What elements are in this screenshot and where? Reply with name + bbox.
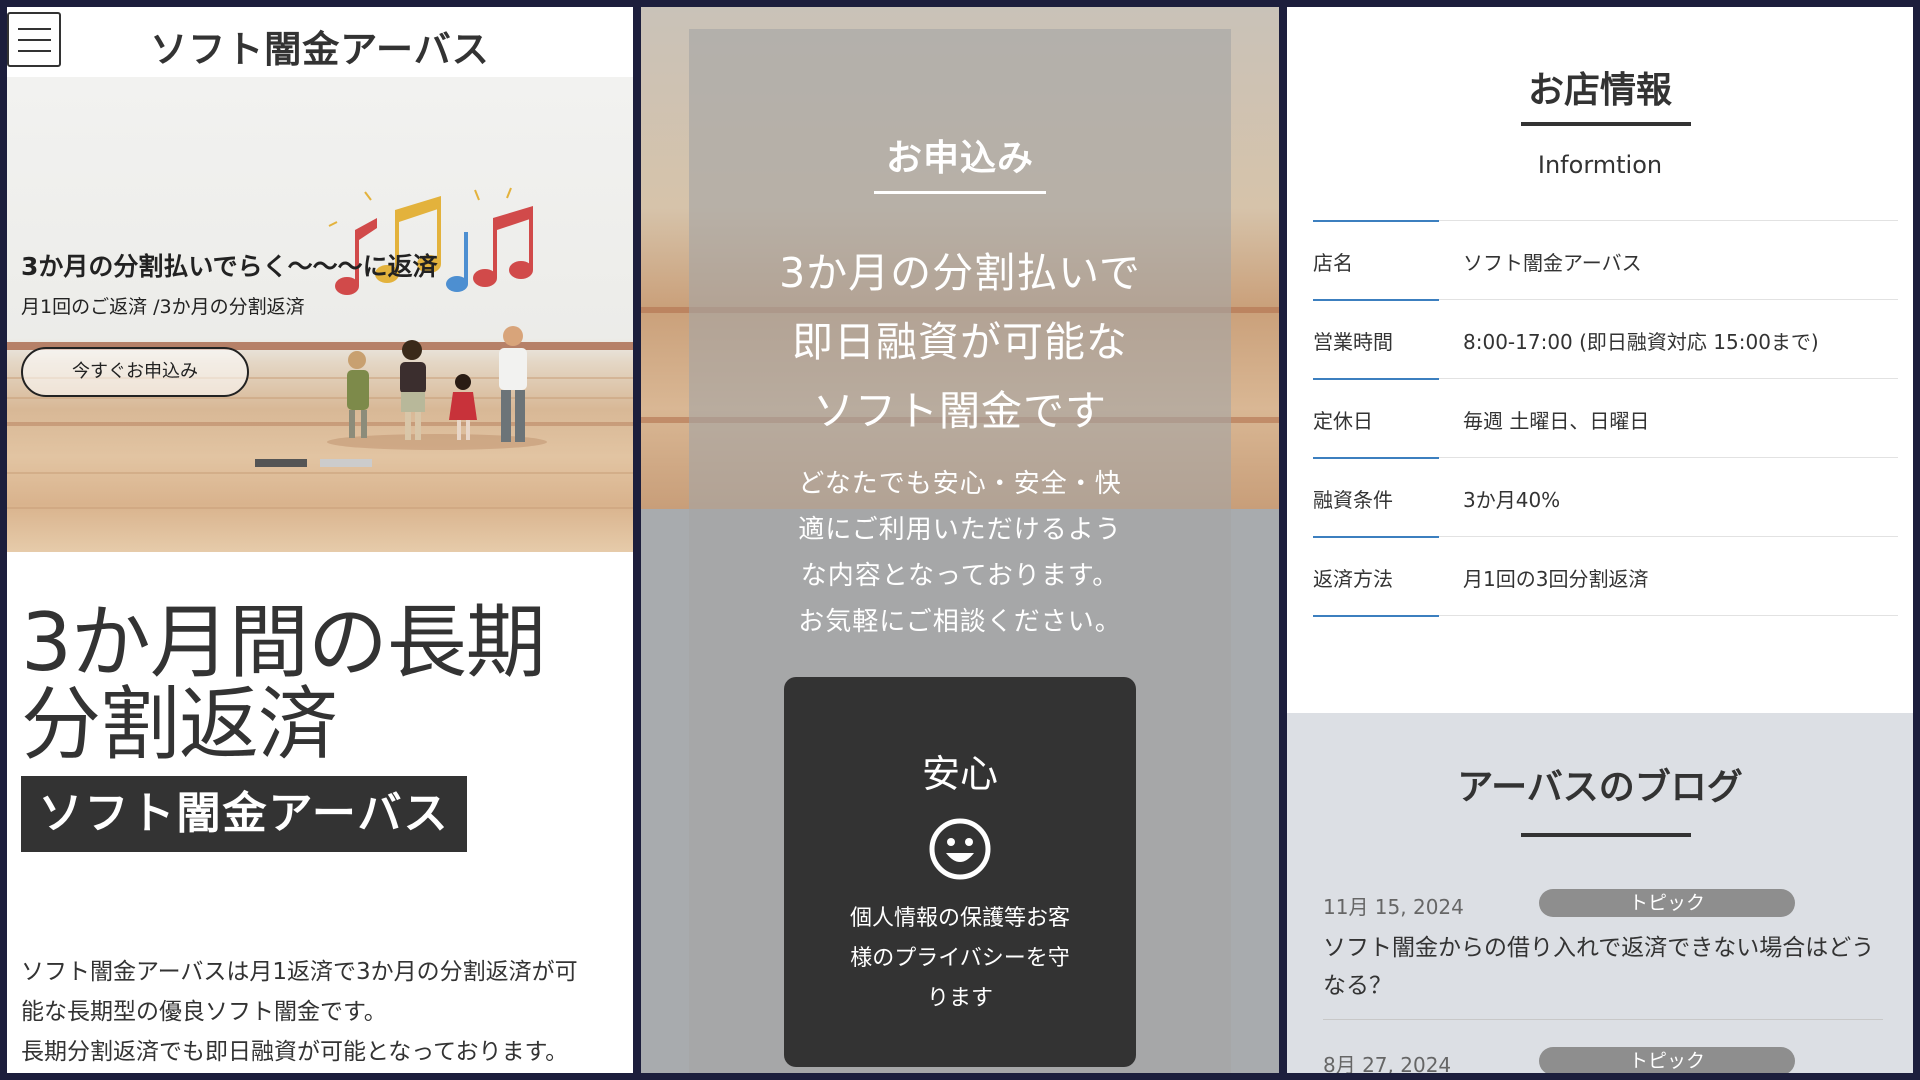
wood-grain (7, 472, 633, 474)
blog-post[interactable]: 8月 27, 2024 トピック (1323, 1047, 1883, 1073)
row-accent (1313, 457, 1439, 459)
row-accent (1313, 299, 1439, 301)
top-page-panel: ソフト闇金アーバス 3か月の分割払いでらく〜〜〜に返済 月1回のご返済 /3か月… (7, 7, 633, 1073)
lead-line: ソフト闇金です (813, 387, 1107, 435)
blog-title: アーバスのブログ (1457, 767, 1743, 808)
figure-mother (400, 340, 426, 440)
info-key: 営業時間 (1313, 330, 1393, 354)
figure-grandmother (347, 351, 369, 438)
feature-text-line: 様のプライバシーを守 (850, 946, 1070, 971)
body-line: どなたでも安心・安全・快 (798, 469, 1122, 499)
shop-info-panel: お店情報 Informtion 店名 ソフト闇金アーバス 営業時間 8:00-1… (1287, 7, 1913, 1073)
figure-father (499, 326, 527, 442)
lead-line: 3か月の分割払いで (779, 249, 1141, 297)
row-accent (1313, 220, 1439, 222)
family-figures-image (327, 326, 547, 450)
info-key: 店名 (1313, 251, 1353, 275)
feature-text-line: 個人情報の保護等お客 (849, 906, 1070, 931)
feature-title: 安心 (921, 752, 998, 796)
feature-text-line: ります (926, 986, 993, 1011)
title-underline (874, 191, 1046, 194)
post-date: 11月 15, 2024 (1323, 895, 1464, 919)
apply-lead: 3か月の分割払いで 即日融資が可能な ソフト闇金です (641, 239, 1279, 446)
wood-grain (7, 507, 633, 509)
blog-post[interactable]: 11月 15, 2024 トピック ソフト闇金からの借り入れで返済できない場合は… (1323, 889, 1883, 1001)
row-accent (1313, 378, 1439, 380)
info-value: 毎週 土曜日、日曜日 (1463, 409, 1650, 433)
table-bottom-border (1313, 615, 1898, 617)
info-key: 返済方法 (1313, 567, 1393, 591)
post-date: 8月 27, 2024 (1323, 1053, 1452, 1073)
info-key: 定休日 (1313, 409, 1373, 433)
hero-subtitle: 月1回のご返済 /3か月の分割返済 (21, 296, 305, 318)
main-headline: 3か月間の長期 分割返済 (21, 596, 546, 771)
apply-body: どなたでも安心・安全・快 適にご利用いただけるよう な内容となっております。 お… (641, 461, 1279, 645)
intro-paragraph: ソフト闇金アーバスは月1返済で3か月の分割返済が可 能な長期型の優良ソフト闇金で… (21, 952, 621, 1072)
info-row-shop-name: 店名 ソフト闇金アーバス (1313, 220, 1898, 299)
shop-info-subtitle: Informtion (1537, 151, 1663, 179)
intro-line: ソフト闇金アーバスは月1返済で3か月の分割返済が可 (21, 959, 578, 985)
post-category-badge[interactable]: トピック (1539, 1047, 1795, 1073)
apply-panel: お申込み 3か月の分割払いで 即日融資が可能な ソフト闇金です どなたでも安心・… (641, 7, 1279, 1073)
feature-text: 個人情報の保護等お客 様のプライバシーを守 ります (824, 899, 1096, 1019)
title-underline (1521, 122, 1691, 126)
info-key: 融資条件 (1313, 488, 1393, 512)
hero-slider: 3か月の分割払いでらく〜〜〜に返済 月1回のご返済 /3か月の分割返済 今すぐお… (7, 77, 633, 552)
row-accent (1313, 536, 1439, 538)
shop-info-title: お店情報 (1527, 70, 1672, 111)
info-row-holidays: 定休日 毎週 土曜日、日曜日 (1313, 378, 1898, 457)
title-underline (1521, 833, 1691, 837)
slider-dot-active[interactable] (255, 459, 307, 467)
info-row-loan-terms: 融資条件 3か月40% (1313, 457, 1898, 536)
brand-box: ソフト闇金アーバス (21, 776, 467, 852)
headline-line-2: 分割返済 (21, 678, 338, 771)
headline-line-1: 3か月間の長期 (21, 596, 546, 689)
intro-line: 長期分割返済でも即日融資が可能となっております。 (21, 1039, 569, 1065)
post-divider (1323, 1019, 1883, 1020)
lead-line: 即日融資が可能な (792, 318, 1128, 366)
hero-title: 3か月の分割払いでらく〜〜〜に返済 (21, 252, 438, 281)
body-line: お気軽にご相談ください。 (798, 607, 1122, 637)
apply-now-button[interactable]: 今すぐお申込み (21, 347, 249, 397)
smiley-icon (929, 818, 991, 880)
feature-card-safety: 安心 個人情報の保護等お客 様のプライバシーを守 ります (784, 677, 1136, 1067)
info-value: 3か月40% (1463, 488, 1561, 512)
figure-child (449, 374, 477, 440)
info-value: ソフト闇金アーバス (1463, 251, 1642, 275)
body-line: 適にご利用いただけるよう (798, 515, 1122, 545)
blog-section: アーバスのブログ 11月 15, 2024 トピック ソフト闇金からの借り入れで… (1287, 713, 1913, 1073)
apply-title: お申込み (885, 138, 1034, 179)
body-line: な内容となっております。 (800, 561, 1120, 591)
info-value: 月1回の3回分割返済 (1463, 567, 1649, 591)
info-value: 8:00-17:00 (即日融資対応 15:00まで) (1463, 330, 1819, 354)
post-category-badge[interactable]: トピック (1539, 889, 1795, 917)
info-row-hours: 営業時間 8:00-17:00 (即日融資対応 15:00まで) (1313, 299, 1898, 378)
intro-line: 能な長期型の優良ソフト闇金です。 (21, 999, 387, 1025)
site-header: ソフト闇金アーバス (7, 7, 633, 77)
row-accent (1313, 615, 1439, 617)
site-logo[interactable]: ソフト闇金アーバス (7, 19, 633, 73)
info-row-repayment: 返済方法 月1回の3回分割返済 (1313, 536, 1898, 615)
slider-dot[interactable] (320, 459, 372, 467)
post-title-link[interactable]: ソフト闇金からの借り入れで返済できない場合はどうなる？ (1323, 929, 1883, 1005)
